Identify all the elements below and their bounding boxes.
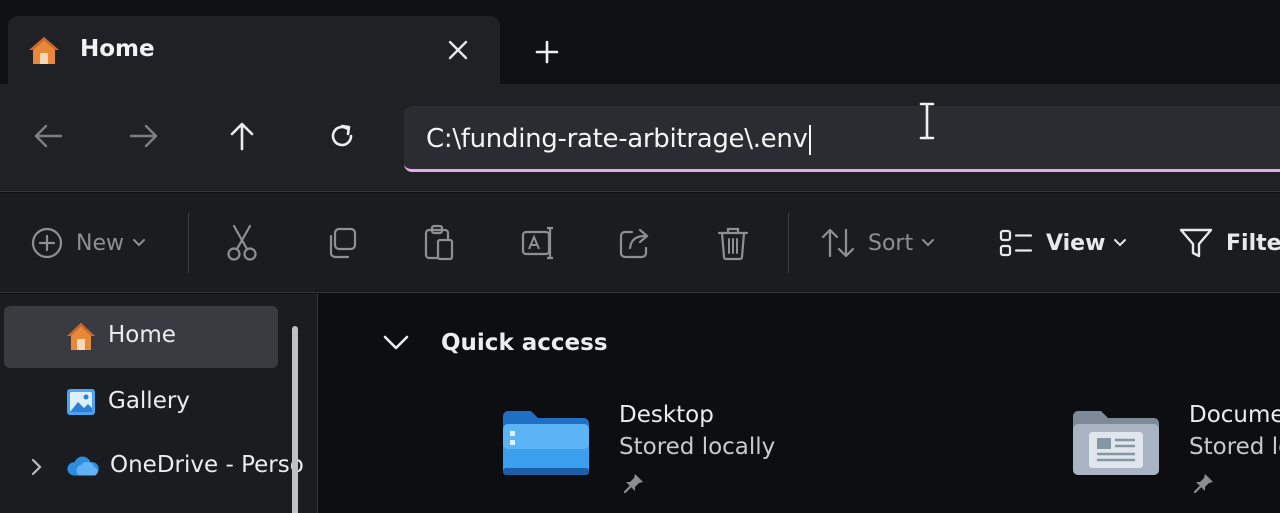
- navigation-pane: Home Gallery OneDrive - Perso: [0, 294, 318, 513]
- arrow-right-icon: [129, 124, 158, 148]
- chevron-down-icon: [1114, 239, 1127, 247]
- desktop-folder-icon: [503, 411, 589, 475]
- plus-circle-icon: [31, 227, 63, 259]
- filter-label: Filter: [1226, 230, 1280, 256]
- quick-access-heading[interactable]: Quick access: [441, 330, 608, 356]
- rename-icon: [521, 226, 553, 260]
- view-button[interactable]: View: [998, 221, 1127, 265]
- navigation-bar: C:\funding-rate-arbitrage\.env: [0, 84, 1280, 192]
- sidebar-item-gallery[interactable]: Gallery: [4, 372, 278, 434]
- back-button[interactable]: [24, 112, 72, 160]
- folder-status: Stored lo: [1189, 434, 1280, 460]
- new-tab-button[interactable]: [525, 30, 569, 74]
- toolbar-divider: [188, 213, 189, 273]
- folder-name: Documen: [1189, 402, 1280, 428]
- paste-button[interactable]: [422, 221, 456, 265]
- address-bar-input[interactable]: C:\funding-rate-arbitrage\.env: [404, 106, 1280, 172]
- arrow-left-icon: [34, 124, 63, 148]
- close-icon: [448, 40, 468, 60]
- address-path-text: C:\funding-rate-arbitrage\.env: [426, 124, 808, 154]
- forward-button[interactable]: [120, 112, 168, 160]
- gallery-icon: [67, 389, 95, 415]
- toolbar-divider: [788, 213, 789, 273]
- tab-home[interactable]: Home: [8, 16, 500, 84]
- clipboard-icon: [424, 224, 454, 261]
- tab-strip: Home: [0, 0, 1280, 84]
- close-tab-button[interactable]: [438, 30, 478, 70]
- onedrive-cloud-icon: [67, 456, 99, 476]
- filter-button[interactable]: Filter: [1178, 221, 1280, 265]
- chevron-down-icon: [133, 239, 145, 247]
- delete-button[interactable]: [716, 221, 750, 265]
- share-icon: [619, 228, 649, 259]
- main-content: Quick access Desktop Stored locally Docu…: [319, 294, 1280, 513]
- documents-folder-icon: [1073, 411, 1159, 475]
- refresh-icon: [331, 124, 353, 147]
- trash-icon: [717, 227, 749, 261]
- sidebar-item-onedrive[interactable]: OneDrive - Perso: [4, 436, 304, 498]
- share-button[interactable]: [618, 221, 654, 265]
- text-cursor-icon: [919, 102, 935, 140]
- home-icon: [29, 37, 59, 64]
- up-button[interactable]: [218, 112, 266, 160]
- chevron-right-icon[interactable]: [28, 456, 46, 478]
- command-bar: New Sort View Filte: [0, 193, 1280, 293]
- new-label: New: [76, 230, 124, 256]
- home-icon: [67, 323, 95, 350]
- chevron-down-icon[interactable]: [381, 330, 411, 354]
- sidebar-item-label: Gallery: [108, 388, 190, 414]
- folder-status: Stored locally: [619, 434, 776, 460]
- filter-funnel-icon: [1179, 228, 1213, 258]
- sidebar-item-home[interactable]: Home: [4, 306, 278, 368]
- sidebar-item-label: OneDrive - Perso: [110, 452, 304, 478]
- tab-title: Home: [80, 36, 155, 62]
- new-button[interactable]: New: [30, 221, 146, 265]
- sort-arrows-icon: [821, 228, 855, 258]
- pin-icon: [1193, 474, 1213, 494]
- view-list-icon: [999, 229, 1033, 257]
- sidebar-scrollbar[interactable]: [292, 326, 298, 513]
- sidebar-item-label: Home: [108, 322, 176, 348]
- folder-name: Desktop: [619, 402, 714, 428]
- pin-icon: [623, 474, 643, 494]
- copy-button[interactable]: [324, 221, 358, 265]
- chevron-down-icon: [922, 239, 935, 247]
- cut-button[interactable]: [224, 221, 260, 265]
- view-label: View: [1046, 230, 1106, 256]
- refresh-button[interactable]: [318, 112, 366, 160]
- arrow-up-icon: [230, 122, 254, 151]
- sort-button[interactable]: Sort: [820, 221, 935, 265]
- address-path: C:\funding-rate-arbitrage\.env: [426, 124, 811, 155]
- copy-icon: [329, 227, 357, 259]
- scissors-icon: [227, 224, 257, 261]
- sort-label: Sort: [868, 230, 914, 256]
- text-caret: [808, 124, 811, 155]
- rename-button[interactable]: [520, 221, 558, 265]
- plus-icon: [535, 40, 559, 64]
